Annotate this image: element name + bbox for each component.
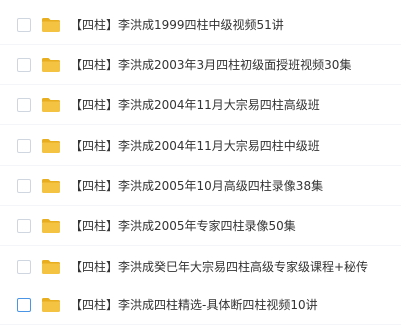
row-checkbox[interactable] [17, 138, 31, 153]
file-name[interactable]: 【四柱】李洪成2004年11月大宗易四柱中级班 [70, 137, 320, 154]
row-checkbox[interactable] [17, 259, 31, 274]
folder-icon [42, 259, 60, 274]
row-checkbox[interactable] [17, 218, 31, 233]
file-name[interactable]: 【四柱】李洪成四柱精选-具体断四柱视频10讲 [70, 296, 318, 313]
file-list: 【四柱】李洪成1999四柱中级视频51讲 【四柱】李洪成2003年3月四柱初级面… [0, 0, 401, 333]
file-name[interactable]: 【四柱】李洪成2005年10月高级四柱录像38集 [70, 177, 323, 194]
list-item[interactable]: 【四柱】李洪成癸巳年大宗易四柱高级专家级课程+秘传 [0, 247, 401, 287]
folder-icon [42, 17, 60, 32]
folder-icon [42, 178, 60, 193]
row-checkbox[interactable] [17, 17, 31, 32]
file-name[interactable]: 【四柱】李洪成癸巳年大宗易四柱高级专家级课程+秘传 [70, 258, 368, 275]
row-checkbox[interactable] [17, 178, 31, 193]
folder-icon [42, 138, 60, 153]
list-item[interactable]: 【四柱】李洪成2004年11月大宗易四柱高级班 [0, 85, 401, 125]
folder-icon [42, 218, 60, 233]
list-item[interactable]: 【四柱】李洪成2003年3月四柱初级面授班视频30集 [0, 45, 401, 85]
row-checkbox[interactable] [17, 97, 31, 112]
list-item[interactable]: 【四柱】李洪成四柱精选-具体断四柱视频10讲 [0, 285, 401, 325]
row-checkbox[interactable] [17, 57, 31, 72]
folder-icon [42, 297, 60, 312]
folder-icon [42, 57, 60, 72]
list-item[interactable]: 【四柱】李洪成2004年11月大宗易四柱中级班 [0, 126, 401, 166]
file-name[interactable]: 【四柱】李洪成2003年3月四柱初级面授班视频30集 [70, 56, 351, 73]
row-checkbox[interactable] [17, 297, 31, 312]
list-item[interactable]: 【四柱】李洪成2005年专家四柱录像50集 [0, 206, 401, 246]
file-name[interactable]: 【四柱】李洪成2004年11月大宗易四柱高级班 [70, 96, 320, 113]
folder-icon [42, 97, 60, 112]
file-name[interactable]: 【四柱】李洪成2005年专家四柱录像50集 [70, 217, 296, 234]
list-item[interactable]: 【四柱】李洪成1999四柱中级视频51讲 [0, 5, 401, 45]
file-name[interactable]: 【四柱】李洪成1999四柱中级视频51讲 [70, 16, 284, 33]
list-item[interactable]: 【四柱】李洪成2005年10月高级四柱录像38集 [0, 166, 401, 206]
